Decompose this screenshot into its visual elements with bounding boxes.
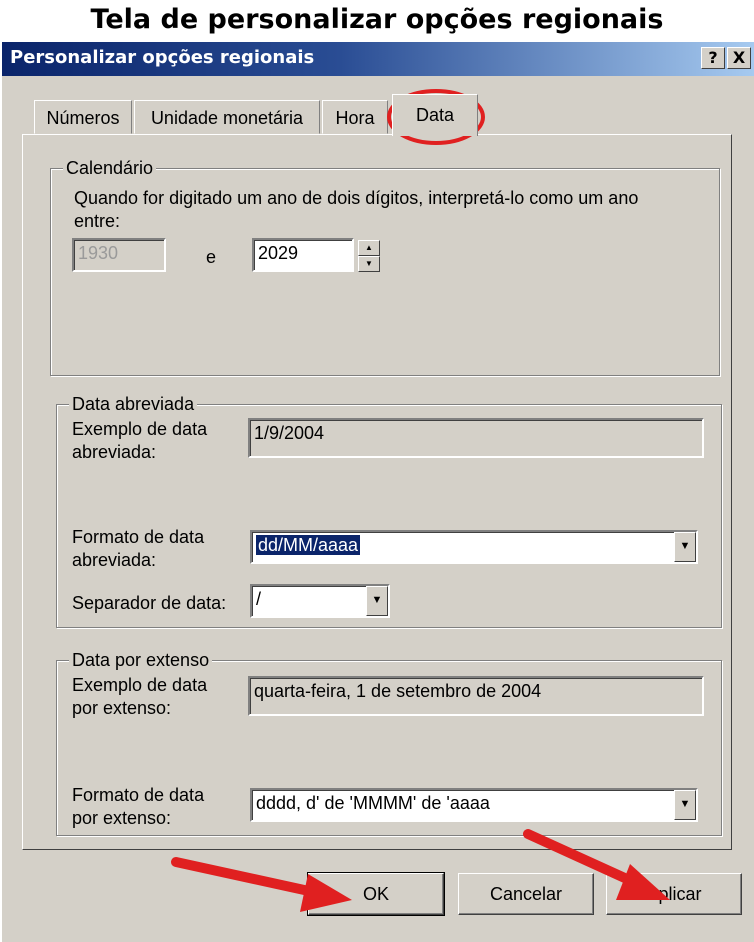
- chevron-down-icon[interactable]: ▼: [366, 586, 388, 616]
- date-separator-combobox[interactable]: / ▼: [250, 584, 390, 618]
- date-separator-label: Separador de data:: [72, 593, 227, 613]
- year-from-field: 1930: [72, 238, 166, 272]
- long-date-legend: Data por extenso: [69, 649, 213, 671]
- chevron-down-icon[interactable]: ▼: [674, 790, 696, 820]
- tab-data[interactable]: Data: [392, 94, 478, 136]
- year-spin-up[interactable]: ▲: [358, 240, 380, 256]
- long-date-example-field: quarta-feira, 1 de setembro de 2004: [248, 676, 704, 716]
- tab-numeros[interactable]: Números: [34, 100, 132, 134]
- page-caption: Tela de personalizar opções regionais: [90, 4, 664, 35]
- short-date-example-label-cont: abreviada:: [72, 442, 157, 462]
- year-spin-down[interactable]: ▼: [358, 256, 380, 272]
- short-date-format-label-cont: abreviada:: [72, 550, 157, 570]
- year-connector: e: [206, 247, 217, 267]
- close-button[interactable]: X: [727, 47, 751, 69]
- short-date-example-field: 1/9/2004: [248, 418, 704, 458]
- short-date-legend: Data abreviada: [69, 393, 198, 415]
- cancel-button[interactable]: Cancelar: [458, 873, 594, 915]
- long-date-format-label-cont: por extenso:: [72, 808, 172, 828]
- short-date-format-label: Formato de data: [72, 527, 205, 547]
- long-date-format-value: dddd, d' de 'MMMM' de 'aaaa: [256, 793, 490, 813]
- window-title: Personalizar opções regionais: [10, 47, 315, 68]
- short-date-format-combobox[interactable]: dd/MM/aaaa ▼: [250, 530, 698, 564]
- apply-button[interactable]: Aplicar: [606, 873, 742, 915]
- tab-hora[interactable]: Hora: [322, 100, 388, 134]
- calendar-legend: Calendário: [63, 157, 157, 179]
- date-separator-value: /: [256, 589, 262, 609]
- ok-button[interactable]: OK: [307, 872, 445, 916]
- long-date-format-label: Formato de data: [72, 785, 205, 805]
- chevron-down-icon[interactable]: ▼: [674, 532, 696, 562]
- long-date-example-label-cont: por extenso:: [72, 698, 172, 718]
- title-bar: Personalizar opções regionais ? X: [2, 42, 754, 76]
- long-date-example-label: Exemplo de data: [72, 675, 208, 695]
- calendar-description: Quando for digitado um ano de dois dígit…: [74, 188, 639, 208]
- short-date-format-value: dd/MM/aaaa: [256, 535, 361, 555]
- tab-unidade-monetaria[interactable]: Unidade monetária: [134, 100, 320, 134]
- help-button[interactable]: ?: [701, 47, 725, 69]
- calendar-description-cont: entre:: [74, 211, 121, 231]
- short-date-example-label: Exemplo de data: [72, 419, 208, 439]
- long-date-format-combobox[interactable]: dddd, d' de 'MMMM' de 'aaaa ▼: [250, 788, 698, 822]
- year-to-field[interactable]: 2029: [252, 238, 354, 272]
